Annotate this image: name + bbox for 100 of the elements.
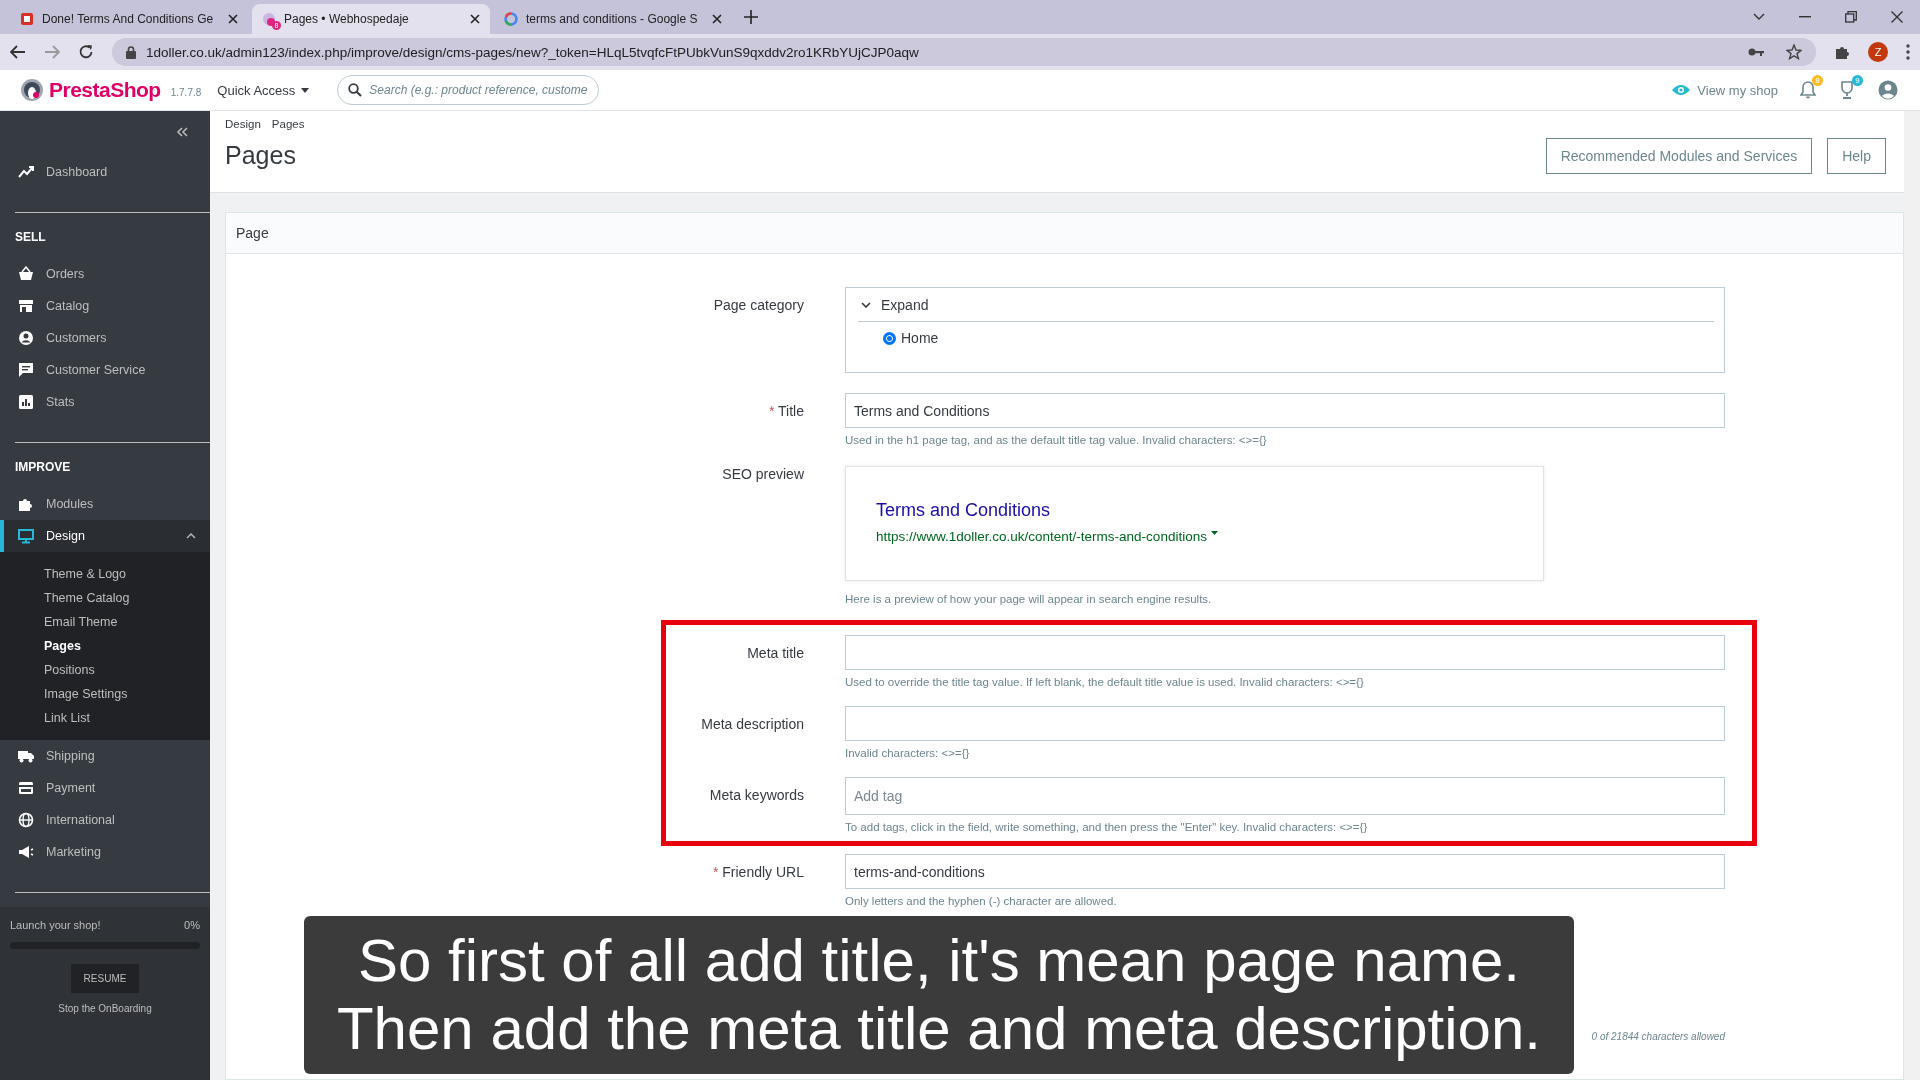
help-text: Used to override the title tag value. If left blank, the default title value is used. Invalid characters: <>={} bbox=[845, 676, 1365, 688]
submenu-item[interactable]: Image Settings bbox=[44, 682, 210, 706]
header-button[interactable]: Help bbox=[1827, 138, 1886, 174]
browser-tab[interactable]: Done! Terms And Conditions Ge bbox=[10, 4, 248, 34]
trend-icon bbox=[18, 164, 34, 180]
close-icon[interactable] bbox=[712, 14, 722, 24]
caret-icon bbox=[1210, 531, 1218, 535]
onboarding-title: Launch your shop! bbox=[10, 919, 101, 931]
submenu-item[interactable]: Link List bbox=[44, 706, 210, 730]
trophy-icon[interactable] bbox=[1838, 81, 1856, 99]
truck-icon bbox=[18, 748, 34, 764]
radio-button[interactable] bbox=[883, 331, 896, 345]
tag-input-field[interactable]: Add tag bbox=[845, 777, 1725, 815]
sidebar-item[interactable]: Marketing bbox=[0, 836, 210, 868]
restore-icon[interactable] bbox=[1845, 11, 1857, 23]
bell-icon[interactable] bbox=[1800, 81, 1816, 99]
subtitle-line: Then add the meta title and meta description. bbox=[336, 995, 1541, 1063]
submenu-item[interactable]: Theme & Logo bbox=[44, 562, 210, 586]
star-icon[interactable] bbox=[1786, 44, 1802, 60]
field-label: Meta description bbox=[701, 716, 804, 732]
google-icon bbox=[504, 12, 518, 26]
text-field[interactable] bbox=[845, 635, 1725, 670]
tab-title: terms and conditions - Google S bbox=[526, 12, 699, 26]
megaphone-icon bbox=[18, 844, 34, 860]
submenu-item[interactable]: Positions bbox=[44, 658, 210, 682]
field-label: SEO preview bbox=[722, 466, 804, 482]
tab-title: Pages • Webhospedaje bbox=[284, 12, 410, 26]
address-bar[interactable]: 1doller.co.uk/admin123/index.php/improve/design/cms-pages/new?_token=HLqL5tvqfcFtPUbkVunS9qxddv2ro1KRbYUjCJP0aqw bbox=[112, 38, 1816, 66]
puzzle-icon bbox=[18, 496, 34, 512]
close-icon[interactable] bbox=[1891, 11, 1903, 23]
preview-title: Terms and Conditions bbox=[876, 500, 1052, 521]
subtitle-line: So first of all add title, it's mean page name. bbox=[357, 927, 1521, 995]
eye-icon bbox=[1672, 84, 1691, 96]
header-button[interactable]: Recommended Modules and Services bbox=[1545, 138, 1813, 174]
help-text: To add tags, click in the field, write something, and then press the "Enter" key. Invalid characters: <>={} bbox=[845, 821, 1369, 833]
basket-icon bbox=[18, 266, 34, 282]
breadcrumb-link[interactable]: Pages bbox=[271, 118, 305, 130]
preview-url: https://www.1doller.co.uk/content/-terms-and-conditions bbox=[876, 529, 1207, 544]
text-field[interactable] bbox=[845, 706, 1725, 741]
version-label: 1.7.7.8 bbox=[170, 86, 202, 98]
sidebar-item[interactable]: Stats bbox=[0, 386, 210, 418]
collapse-icon[interactable] bbox=[176, 127, 188, 137]
sidebar-item[interactable]: Catalog bbox=[0, 290, 210, 322]
back-icon[interactable] bbox=[10, 45, 26, 59]
puzzle-icon[interactable] bbox=[1834, 44, 1850, 60]
sidebar-item[interactable]: Payment bbox=[0, 772, 210, 804]
submenu-item[interactable]: Email Theme bbox=[44, 610, 210, 634]
chevron-down-icon[interactable] bbox=[1753, 13, 1765, 21]
help-text: Used in the h1 page tag, and as the default title tag value. Invalid characters: <>={} bbox=[845, 434, 1268, 446]
section-heading: IMPROVE bbox=[14, 459, 72, 476]
resume-button[interactable]: RESUME bbox=[70, 964, 140, 993]
submenu-item[interactable]: Theme Catalog bbox=[44, 586, 210, 610]
browser-tab[interactable]: terms and conditions - Google S bbox=[494, 4, 732, 34]
expand-toggle[interactable]: Expand bbox=[858, 288, 1714, 322]
help-text: Here is a preview of how your page will appear in search engine results. bbox=[845, 593, 1213, 605]
text-field[interactable]: terms-and-conditions bbox=[845, 854, 1725, 889]
doc-icon bbox=[20, 12, 34, 26]
breadcrumb-link[interactable]: Design bbox=[225, 118, 261, 130]
character-counter: 0 of 21844 characters allowed bbox=[1591, 1031, 1725, 1042]
field-label: Meta title bbox=[747, 645, 804, 661]
sidebar-item[interactable]: Modules bbox=[0, 488, 210, 520]
submenu-item[interactable]: Pages bbox=[44, 634, 210, 658]
chat-icon bbox=[18, 362, 34, 378]
close-icon[interactable] bbox=[228, 14, 238, 24]
caret-icon bbox=[301, 87, 310, 93]
minimize-icon[interactable] bbox=[1799, 16, 1811, 18]
sidebar-item[interactable]: Design bbox=[0, 520, 210, 552]
sidebar-item[interactable]: Shipping bbox=[0, 740, 210, 772]
option-label: Home bbox=[901, 330, 939, 346]
reload-icon[interactable] bbox=[78, 44, 94, 60]
new-tab-icon[interactable] bbox=[744, 10, 758, 24]
sidebar-item[interactable]: Orders bbox=[0, 258, 210, 290]
sidebar-item[interactable]: Customer Service bbox=[0, 354, 210, 386]
chevron-up-icon bbox=[186, 533, 196, 539]
sidebar-item[interactable]: International bbox=[0, 804, 210, 836]
notification-badge: 9 bbox=[1852, 75, 1863, 86]
profile-avatar[interactable]: Z bbox=[1868, 42, 1888, 62]
notification-badge: 8 bbox=[1812, 75, 1823, 86]
chevron-down-icon bbox=[861, 302, 871, 308]
globe-icon bbox=[18, 812, 34, 828]
search-field[interactable]: Search (e.g.: product reference, custome bbox=[337, 75, 600, 105]
key-icon[interactable] bbox=[1748, 47, 1764, 57]
user-account-icon[interactable] bbox=[1878, 80, 1898, 100]
quick-access-button[interactable]: Quick Access bbox=[217, 82, 310, 98]
penguin-icon bbox=[262, 12, 276, 26]
logo-text: PrestaShop bbox=[49, 78, 161, 102]
progress-percent: 0% bbox=[184, 919, 200, 931]
page-title: Pages bbox=[225, 141, 297, 170]
help-text: Invalid characters: <>={} bbox=[845, 747, 971, 759]
view-shop-link[interactable]: View my shop bbox=[1672, 82, 1778, 98]
stop-onboarding-link[interactable]: Stop the OnBoarding bbox=[10, 1003, 200, 1014]
lock-icon bbox=[126, 45, 136, 59]
monitor-icon bbox=[18, 528, 34, 544]
sidebar-item[interactable]: Dashboard bbox=[0, 156, 210, 188]
url-text: 1doller.co.uk/admin123/index.php/improve/design/cms-pages/new?_token=HLqL5tvqfcFtPUbkVunS9qxddv2ro1KRbYUjCJP0aqw bbox=[146, 44, 919, 60]
close-icon[interactable] bbox=[470, 14, 480, 24]
text-field[interactable]: Terms and Conditions bbox=[845, 393, 1725, 428]
store-icon bbox=[18, 298, 34, 314]
more-icon[interactable] bbox=[1906, 44, 1910, 60]
sidebar-item[interactable]: Customers bbox=[0, 322, 210, 354]
